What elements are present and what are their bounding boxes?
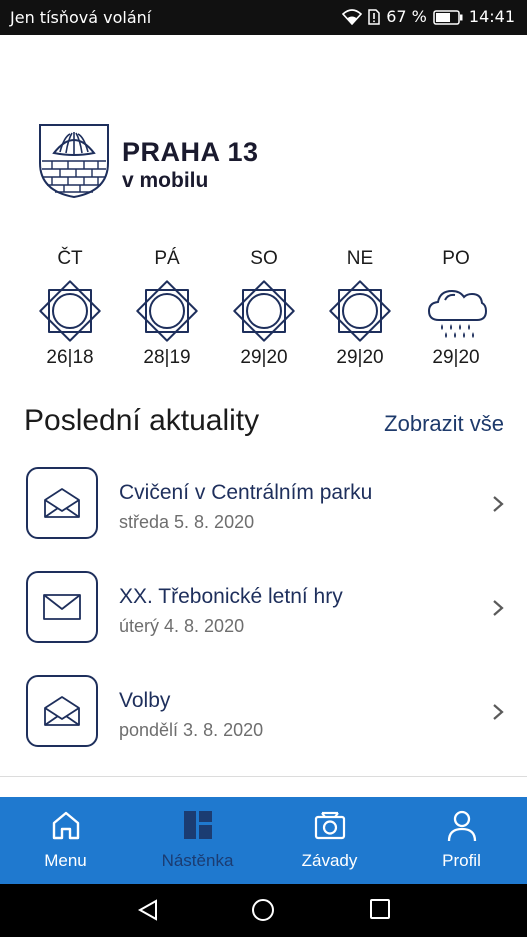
dashboard-icon xyxy=(183,811,212,839)
news-item-title: Volby xyxy=(119,689,171,712)
news-section-title: Poslední aktuality xyxy=(24,404,260,437)
news-item-date: úterý 4. 8. 2020 xyxy=(119,616,245,636)
weather-temp: 29|20 xyxy=(240,347,288,368)
news-item[interactable]: Cvičení v Centrálním parku středa 5. 8. … xyxy=(0,467,527,557)
weather-forecast: ČT 26|18 PÁ 28|19 SO 29|20 NE 29|20 PO 2… xyxy=(22,248,522,378)
news-item-icon-box xyxy=(26,675,98,747)
chevron-right-icon xyxy=(493,496,504,512)
person-icon xyxy=(447,810,476,842)
weather-temp: 29|20 xyxy=(336,347,384,368)
tab-menu[interactable]: Menu xyxy=(0,797,131,884)
back-icon[interactable] xyxy=(136,898,160,922)
weather-temp: 26|18 xyxy=(46,347,94,368)
weather-day-name: SO xyxy=(250,248,278,269)
status-bar: Jen tísňová volání 67 % 14:41 xyxy=(0,0,527,35)
sun-icon xyxy=(39,280,101,342)
weather-day-name: ČT xyxy=(57,248,83,269)
tab-nastenka[interactable]: Nástěnka xyxy=(132,797,263,884)
bottom-navigation: Menu Nástěnka Závady Profil xyxy=(0,797,527,884)
battery-percent: 67 % xyxy=(386,7,427,26)
show-all-link[interactable]: Zobrazit vše xyxy=(384,411,504,437)
home-circle-icon[interactable] xyxy=(251,898,275,922)
brand-subtitle: v mobilu xyxy=(122,169,209,192)
envelope-open-icon xyxy=(44,488,80,518)
divider xyxy=(0,776,527,777)
tab-zavady[interactable]: Závady xyxy=(264,797,395,884)
news-item[interactable]: XX. Třebonické letní hry úterý 4. 8. 202… xyxy=(0,571,527,661)
system-navigation-bar xyxy=(0,884,527,937)
tab-label: Menu xyxy=(44,851,87,870)
tab-label: Profil xyxy=(442,851,481,870)
news-item-title: Cvičení v Centrálním parku xyxy=(119,481,373,504)
status-icons: 67 % 14:41 xyxy=(342,8,515,26)
news-item-icon-box xyxy=(26,571,98,643)
sun-icon xyxy=(136,280,198,342)
wifi-icon xyxy=(342,9,363,25)
news-item-icon-box xyxy=(26,467,98,539)
chevron-right-icon xyxy=(493,600,504,616)
rain-cloud-icon xyxy=(427,289,487,338)
weather-day: PÁ 28|19 xyxy=(119,248,215,369)
weather-temp: 29|20 xyxy=(432,347,480,368)
weather-temp: 28|19 xyxy=(143,347,191,368)
sun-icon xyxy=(233,280,295,342)
weather-day-name: PO xyxy=(442,248,470,269)
weather-day-name: NE xyxy=(346,248,374,269)
sim-alert-icon xyxy=(368,9,380,25)
news-item-date: středa 5. 8. 2020 xyxy=(119,512,255,532)
envelope-open-icon xyxy=(44,696,80,726)
weather-day: SO 29|20 xyxy=(216,248,312,369)
sun-icon xyxy=(329,280,391,342)
battery-icon xyxy=(433,9,463,25)
news-item[interactable]: Volby pondělí 3. 8. 2020 xyxy=(0,675,527,765)
clock: 14:41 xyxy=(468,7,515,26)
camera-icon xyxy=(314,811,345,840)
weather-day: ČT 26|18 xyxy=(22,248,118,369)
carrier-text: Jen tísňová volání xyxy=(10,8,152,27)
praha13-coat-of-arms-logo xyxy=(39,124,109,199)
home-icon xyxy=(52,811,79,840)
envelope-closed-icon xyxy=(43,594,81,620)
chevron-right-icon xyxy=(493,704,504,720)
recents-icon[interactable] xyxy=(369,898,391,920)
weather-day: NE 29|20 xyxy=(312,248,408,369)
weather-day: PO 29|20 xyxy=(408,248,504,369)
tab-label: Nástěnka xyxy=(161,851,234,870)
brand-title: PRAHA 13 xyxy=(122,137,259,167)
news-item-title: XX. Třebonické letní hry xyxy=(119,585,343,608)
news-item-date: pondělí 3. 8. 2020 xyxy=(119,720,264,740)
tab-profil[interactable]: Profil xyxy=(396,797,527,884)
tab-label: Závady xyxy=(301,851,358,870)
weather-day-name: PÁ xyxy=(154,248,180,269)
